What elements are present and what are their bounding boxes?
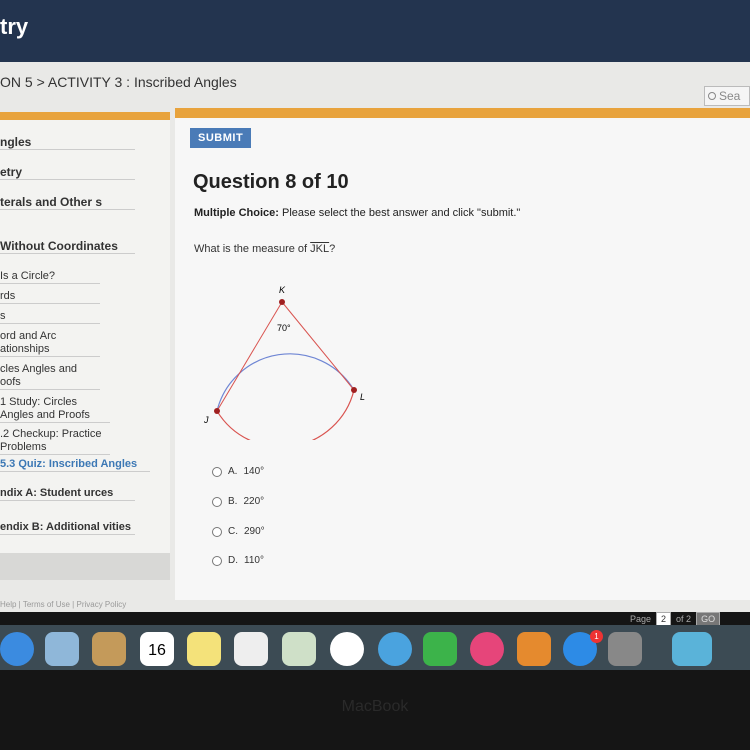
system-preferences-icon[interactable]	[608, 632, 642, 666]
question-title: Question 8 of 10	[193, 171, 349, 193]
option-value: 140°	[243, 466, 265, 477]
option-value: 220°	[243, 496, 265, 507]
sidebar-item[interactable]: endix B: Additional vities	[0, 521, 135, 535]
radio-button[interactable]	[212, 496, 222, 507]
point-j	[214, 408, 220, 414]
option-d[interactable]: D. 110°	[212, 555, 264, 566]
page-total: of 2	[676, 614, 692, 624]
maps-icon[interactable]	[282, 632, 316, 666]
sidebar-item-current[interactable]: 5.3 Quiz: Inscribed Angles	[0, 458, 150, 472]
sidebar-item[interactable]: Is a Circle?	[0, 270, 100, 284]
photos-icon[interactable]	[330, 632, 364, 666]
radio-button[interactable]	[212, 555, 222, 566]
mc-text: Please select the best answer and click …	[278, 207, 521, 219]
prompt-text: What is the measure of	[194, 243, 311, 255]
option-value: 290°	[244, 526, 265, 537]
messages-icon[interactable]	[378, 632, 412, 666]
sidebar-item[interactable]: terals and Other s	[0, 196, 135, 210]
arc-name: JKL	[310, 243, 330, 255]
question-prompt: What is the measure of JKL?	[194, 243, 335, 255]
reminders-icon[interactable]	[234, 632, 268, 666]
photo-icon[interactable]	[45, 632, 79, 666]
folder-icon[interactable]	[672, 632, 712, 666]
label-j: J	[203, 415, 209, 425]
calendar-icon[interactable]: 16	[140, 632, 174, 666]
sidebar-item[interactable]: ndix A: Student urces	[0, 487, 135, 501]
footer-links[interactable]: Help | Terms of Use | Privacy Policy	[0, 600, 126, 609]
sidebar-item[interactable]: .2 Checkup: Practice Problems	[0, 428, 110, 455]
sidebar-item[interactable]: rds	[0, 290, 100, 304]
sidebar-item[interactable]: cles Angles and oofs	[0, 363, 100, 390]
sidebar: ngles etry terals and Other s Without Co…	[0, 112, 170, 580]
itunes-icon[interactable]	[470, 632, 504, 666]
facetime-icon[interactable]	[423, 632, 457, 666]
option-letter: A.	[228, 466, 238, 477]
option-value: 110°	[244, 555, 264, 566]
safari-icon[interactable]	[0, 632, 34, 666]
page-input[interactable]: 2	[656, 612, 672, 626]
mc-label: Multiple Choice:	[194, 207, 279, 219]
page-label: Page	[630, 614, 652, 624]
submit-button[interactable]: SUBMIT	[190, 128, 252, 148]
instructions: Multiple Choice: Please select the best …	[194, 207, 520, 219]
go-button[interactable]: GO	[696, 612, 721, 626]
app-title: try	[0, 14, 29, 39]
option-letter: B.	[228, 496, 238, 507]
option-b[interactable]: B. 220°	[212, 496, 264, 507]
label-k: K	[279, 285, 286, 295]
option-c[interactable]: C. 290°	[212, 526, 265, 537]
contacts-icon[interactable]	[92, 632, 126, 666]
ibooks-icon[interactable]	[517, 632, 551, 666]
search-input[interactable]: Sea	[704, 86, 750, 106]
sidebar-item[interactable]: s	[0, 310, 100, 324]
search-placeholder: Sea	[719, 89, 741, 103]
app-header: try	[0, 0, 750, 62]
chord-kl	[281, 301, 355, 391]
sidebar-item[interactable]: 1 Study: Circles Angles and Proofs	[0, 396, 110, 423]
option-letter: C.	[228, 526, 238, 537]
notes-icon[interactable]	[187, 632, 221, 666]
sidebar-footer	[0, 553, 170, 580]
notification-badge: 1	[590, 630, 603, 643]
point-l	[351, 387, 357, 393]
arc-lj-red	[216, 389, 355, 440]
sidebar-item[interactable]: ord and Arc ationships	[0, 330, 100, 357]
sidebar-item[interactable]: etry	[0, 166, 135, 180]
bezel-logo: MacBook	[341, 698, 409, 715]
breadcrumb[interactable]: ON 5 > ACTIVITY 3 : Inscribed Angles	[0, 74, 237, 90]
option-letter: D.	[228, 555, 238, 566]
radio-button[interactable]	[212, 526, 222, 537]
circle-diagram: K L J 70°	[203, 285, 365, 440]
pager: Page 2 of 2 GO	[630, 612, 721, 626]
sidebar-item[interactable]: Without Coordinates	[0, 240, 135, 254]
arc-label: 70°	[277, 323, 291, 333]
radio-button[interactable]	[212, 466, 222, 477]
point-k	[279, 299, 285, 305]
label-l: L	[360, 392, 365, 402]
search-icon	[708, 92, 716, 100]
arc-jkl-blue	[216, 353, 355, 412]
option-a[interactable]: A. 140°	[212, 466, 264, 477]
sidebar-item[interactable]: ngles	[0, 136, 135, 150]
prompt-end: ?	[329, 243, 336, 255]
